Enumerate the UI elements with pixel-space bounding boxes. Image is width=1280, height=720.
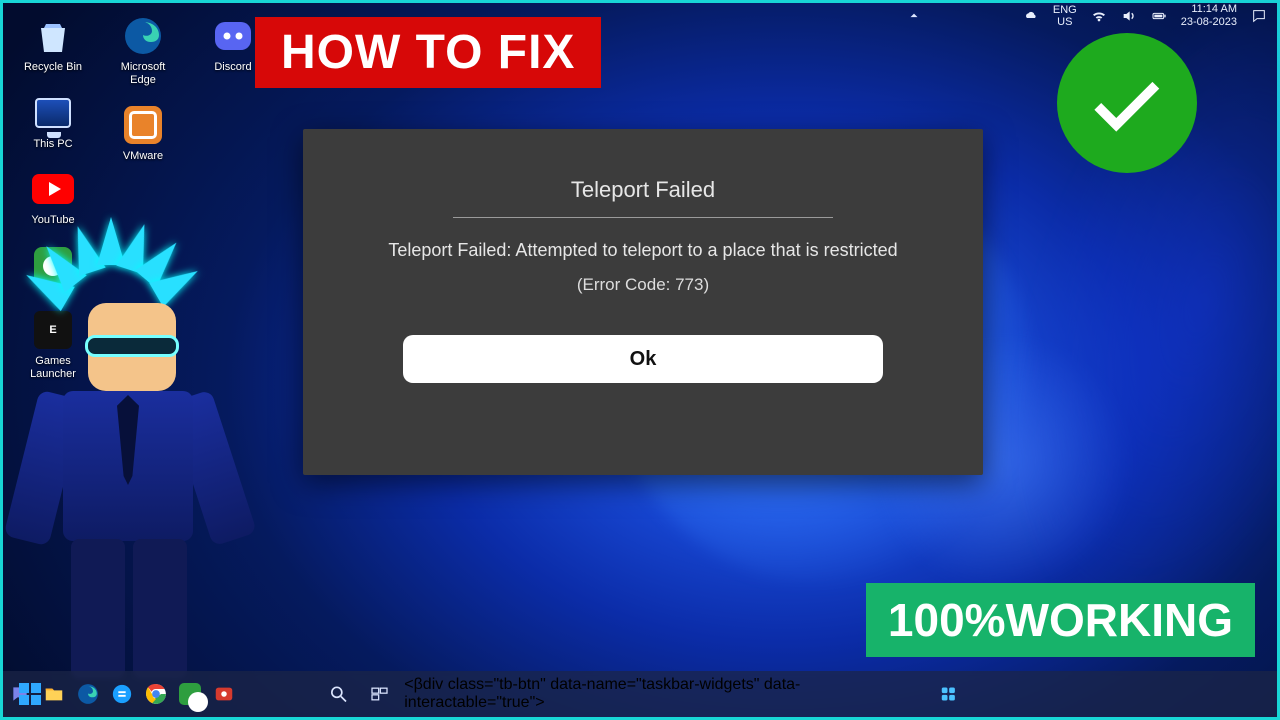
- recycle-bin-icon: [32, 15, 74, 57]
- icon-label: Recycle Bin: [24, 61, 82, 74]
- desktop: Recycle Bin This PC YouTube E Games Laun…: [0, 0, 1280, 720]
- edge-icon: [77, 683, 99, 705]
- desktop-icon-youtube[interactable]: YouTube: [17, 168, 89, 227]
- this-pc-icon: [32, 92, 74, 134]
- success-check-badge: [1057, 33, 1197, 173]
- ok-button[interactable]: Ok: [403, 335, 883, 383]
- icon-label: YouTube: [31, 214, 74, 227]
- battery-icon[interactable]: [1151, 8, 1167, 24]
- discord-icon: [212, 15, 254, 57]
- dialog-message: Teleport Failed: Attempted to teleport t…: [388, 240, 897, 261]
- chevron-up-icon: [907, 9, 921, 23]
- desktop-icon-vmware[interactable]: VMware: [107, 104, 179, 163]
- lang-top: ENG: [1053, 4, 1077, 16]
- taskbar-edge[interactable]: [71, 677, 105, 711]
- error-dialog: Teleport Failed Teleport Failed: Attempt…: [303, 129, 983, 475]
- taskbar-camtasia[interactable]: [173, 677, 207, 711]
- icon-label: Discord: [214, 61, 251, 74]
- check-icon: [1084, 60, 1170, 146]
- camtasia-icon: [179, 683, 201, 705]
- search-icon: [328, 684, 348, 704]
- tray-overflow-chevron[interactable]: [901, 3, 927, 29]
- icon-label: Microsoft Edge: [107, 61, 179, 86]
- icon-label: This PC: [33, 138, 72, 151]
- dialog-divider: [453, 217, 833, 218]
- taskbar-chrome[interactable]: [139, 677, 173, 711]
- vmware-icon: [122, 104, 164, 146]
- taskbar-pinned: <βdiv class="tb-btn" data-name="taskbar-…: [322, 676, 959, 712]
- edge-icon: [122, 15, 164, 57]
- desktop-icon-recycle-bin[interactable]: Recycle Bin: [17, 15, 89, 74]
- chrome-icon: [145, 683, 167, 705]
- clock-date: 23-08-2023: [1181, 16, 1237, 29]
- widgets-icon: [939, 684, 959, 704]
- language-indicator[interactable]: ENG US: [1053, 4, 1077, 28]
- taskbar-task-view[interactable]: [363, 677, 396, 711]
- notifications-icon[interactable]: [1251, 8, 1267, 24]
- wifi-icon[interactable]: [1091, 8, 1107, 24]
- clock-time: 11:14 AM: [1181, 3, 1237, 16]
- clock[interactable]: 11:14 AM 23-08-2023: [1181, 3, 1237, 28]
- taskbar-search[interactable]: [322, 677, 355, 711]
- banner-working: 100%WORKING: [866, 583, 1255, 657]
- record-icon: [213, 683, 235, 705]
- volume-icon[interactable]: [1121, 8, 1137, 24]
- desktop-icon-this-pc[interactable]: This PC: [17, 92, 89, 151]
- banner-how-to-fix: HOW TO FIX: [255, 17, 601, 88]
- roblox-character-art: [0, 243, 233, 673]
- windows-logo-icon: [19, 683, 41, 705]
- task-view-icon: [370, 684, 390, 704]
- lang-bottom: US: [1053, 16, 1077, 28]
- copilot-icon: [111, 683, 133, 705]
- dialog-error-code: (Error Code: 773): [577, 275, 709, 295]
- youtube-icon: [32, 168, 74, 210]
- icon-label: VMware: [123, 150, 163, 163]
- start-button[interactable]: [13, 677, 47, 711]
- taskbar-copilot[interactable]: [105, 677, 139, 711]
- taskbar: <βdiv class="tb-btn" data-name="taskbar-…: [3, 671, 1277, 717]
- dialog-title: Teleport Failed: [571, 177, 715, 203]
- desktop-icon-edge[interactable]: Microsoft Edge: [107, 15, 179, 86]
- onedrive-icon[interactable]: [1023, 8, 1039, 24]
- system-tray: ENG US 11:14 AM 23-08-2023: [1023, 3, 1267, 28]
- taskbar-screenrec[interactable]: [207, 677, 241, 711]
